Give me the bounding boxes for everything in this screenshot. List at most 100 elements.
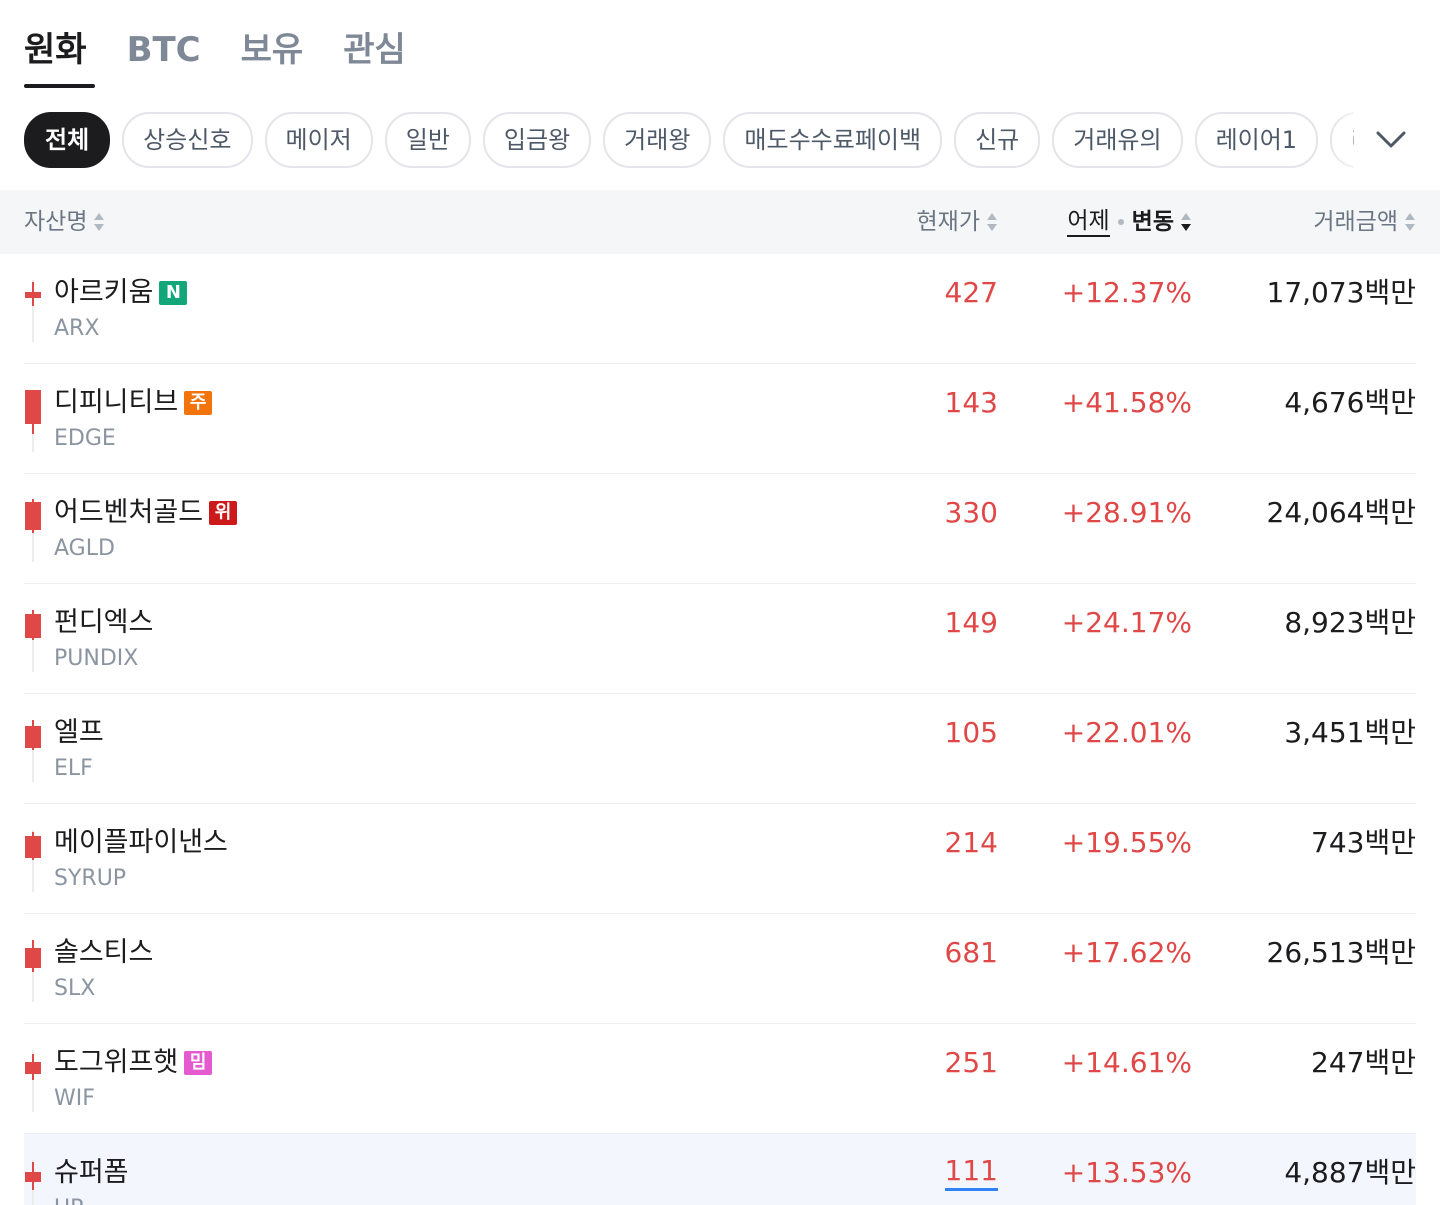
asset-name: 아르키움 — [54, 277, 154, 308]
header-name-label: 자산명 — [24, 209, 88, 235]
candle-icon — [25, 720, 41, 782]
header-change-label: 변동 — [1131, 209, 1174, 235]
badge-warning: 위 — [209, 501, 238, 525]
change-rate: +12.37% — [1061, 276, 1192, 309]
candle-icon — [25, 610, 41, 672]
trade-amount: 4,676백만 — [1284, 386, 1416, 419]
change-rate: +28.91% — [1061, 496, 1192, 529]
candle-icon — [25, 1050, 41, 1112]
change-rate: +13.53% — [1061, 1156, 1192, 1189]
badge-meme: 밈 — [184, 1051, 213, 1075]
sort-desc-icon — [1181, 213, 1191, 231]
chip-new[interactable]: 신규 — [954, 112, 1041, 168]
current-price: 111 — [944, 1154, 998, 1191]
chip-caution[interactable]: 거래유의 — [1052, 112, 1183, 168]
sort-icon — [1405, 213, 1415, 231]
chip-trade-king[interactable]: 거래왕 — [603, 112, 712, 168]
asset-symbol: ELF — [54, 756, 93, 781]
table-row[interactable]: 도그위프햇 밈 WIF 251 +14.61% 247백만 — [24, 1024, 1416, 1134]
asset-name: 엘프 — [54, 717, 104, 748]
trade-amount: 4,887백만 — [1284, 1156, 1416, 1189]
expand-chips-button[interactable] — [1330, 112, 1440, 168]
badge-new: N — [159, 281, 188, 305]
current-price: 214 — [944, 826, 998, 859]
asset-name: 디피니티브 — [54, 387, 179, 418]
chip-general[interactable]: 일반 — [384, 112, 471, 168]
header-yesterday-label[interactable]: 어제 — [1067, 207, 1110, 237]
filter-chips: 전체 상승신호 메이저 일반 입금왕 거래왕 매도수수료페이백 신규 거래유의 … — [24, 112, 1354, 168]
asset-symbol: PUNDIX — [54, 646, 139, 671]
tab-holdings[interactable]: 보유 — [241, 24, 304, 88]
tab-btc[interactable]: BTC — [127, 24, 201, 88]
asset-symbol: SYRUP — [54, 866, 127, 891]
chevron-down-icon — [1376, 131, 1406, 148]
table-row[interactable]: 어드벤처골드 위 AGLD 330 +28.91% 24,064백만 — [24, 474, 1416, 584]
trade-amount: 247백만 — [1311, 1046, 1416, 1079]
header-amount-label: 거래금액 — [1313, 209, 1398, 235]
asset-symbol: WIF — [54, 1086, 95, 1111]
chip-sell-fee-payback[interactable]: 매도수수료페이백 — [723, 112, 943, 168]
table-header: 자산명 현재가 어제 변동 거래금액 — [0, 190, 1440, 254]
sort-by-amount[interactable]: 거래금액 — [1313, 190, 1416, 254]
asset-list: 아르키움 N ARX 427 +12.37% 17,073백만 디피니티브 주 … — [24, 254, 1416, 1205]
asset-symbol: ARX — [54, 316, 100, 341]
header-price-label: 현재가 — [916, 209, 980, 235]
table-row[interactable]: 슈퍼폼 UP 111 +13.53% 4,887백만 — [24, 1134, 1416, 1205]
current-price: 143 — [944, 386, 998, 419]
market-page: 원화 BTC 보유 관심 전체 상승신호 메이저 일반 입금왕 거래왕 매도수수… — [0, 0, 1440, 1205]
tab-krw[interactable]: 원화 — [24, 24, 95, 88]
current-price: 330 — [944, 496, 998, 529]
trade-amount: 3,451백만 — [1284, 716, 1416, 749]
asset-name: 도그위프햇 — [54, 1047, 179, 1078]
asset-name: 메이플파이낸스 — [54, 827, 228, 858]
tab-favorites[interactable]: 관심 — [343, 24, 406, 88]
trade-amount: 26,513백만 — [1266, 936, 1417, 969]
change-rate: +24.17% — [1061, 606, 1192, 639]
chip-deposit-king[interactable]: 입금왕 — [482, 112, 592, 168]
chip-layer1[interactable]: 레이어1 — [1194, 112, 1319, 168]
trade-amount: 17,073백만 — [1266, 276, 1417, 309]
trade-amount: 8,923백만 — [1284, 606, 1416, 639]
current-price: 681 — [944, 936, 998, 969]
table-row[interactable]: 엘프 ELF 105 +22.01% 3,451백만 — [24, 694, 1416, 804]
candle-icon — [25, 940, 41, 1002]
chip-rising-signal[interactable]: 상승신호 — [122, 112, 253, 168]
candle-icon — [25, 280, 41, 342]
badge-caution: 주 — [184, 391, 213, 415]
sort-by-name[interactable]: 자산명 — [24, 190, 105, 254]
asset-name: 어드벤처골드 — [54, 497, 204, 528]
change-rate: +17.62% — [1061, 936, 1192, 969]
table-row[interactable]: 디피니티브 주 EDGE 143 +41.58% 4,676백만 — [24, 364, 1416, 474]
asset-symbol: UP — [54, 1194, 83, 1205]
sort-by-price[interactable]: 현재가 — [917, 190, 998, 254]
candle-icon — [25, 1160, 41, 1205]
trade-amount: 743백만 — [1311, 826, 1416, 859]
current-price: 427 — [944, 276, 998, 309]
change-rate: +14.61% — [1061, 1046, 1192, 1079]
table-row[interactable]: 펀디엑스 PUNDIX 149 +24.17% 8,923백만 — [24, 584, 1416, 694]
sort-icon — [94, 213, 105, 231]
candle-icon — [25, 499, 41, 562]
market-tabs: 원화 BTC 보유 관심 — [24, 24, 446, 88]
chip-all[interactable]: 전체 — [24, 112, 111, 168]
chip-major[interactable]: 메이저 — [264, 112, 373, 168]
current-price: 149 — [944, 606, 998, 639]
asset-name: 펀디엑스 — [54, 607, 154, 638]
asset-name: 솔스티스 — [54, 937, 154, 968]
table-row[interactable]: 솔스티스 SLX 681 +17.62% 26,513백만 — [24, 914, 1416, 1024]
candle-icon — [25, 830, 41, 892]
change-rate: +41.58% — [1061, 386, 1192, 419]
separator-dot — [1117, 219, 1124, 225]
table-row[interactable]: 아르키움 N ARX 427 +12.37% 17,073백만 — [24, 254, 1416, 364]
asset-symbol: AGLD — [54, 536, 115, 561]
asset-symbol: EDGE — [54, 426, 116, 451]
table-row[interactable]: 메이플파이낸스 SYRUP 214 +19.55% 743백만 — [24, 804, 1416, 914]
asset-name: 슈퍼폼 — [54, 1157, 129, 1188]
current-price: 251 — [944, 1046, 998, 1079]
trade-amount: 24,064백만 — [1266, 496, 1417, 529]
change-rate: +19.55% — [1061, 826, 1192, 859]
sort-by-change[interactable]: 어제 변동 — [1067, 190, 1192, 254]
asset-symbol: SLX — [54, 976, 96, 1001]
candle-icon — [25, 390, 41, 452]
change-rate: +22.01% — [1061, 716, 1192, 749]
